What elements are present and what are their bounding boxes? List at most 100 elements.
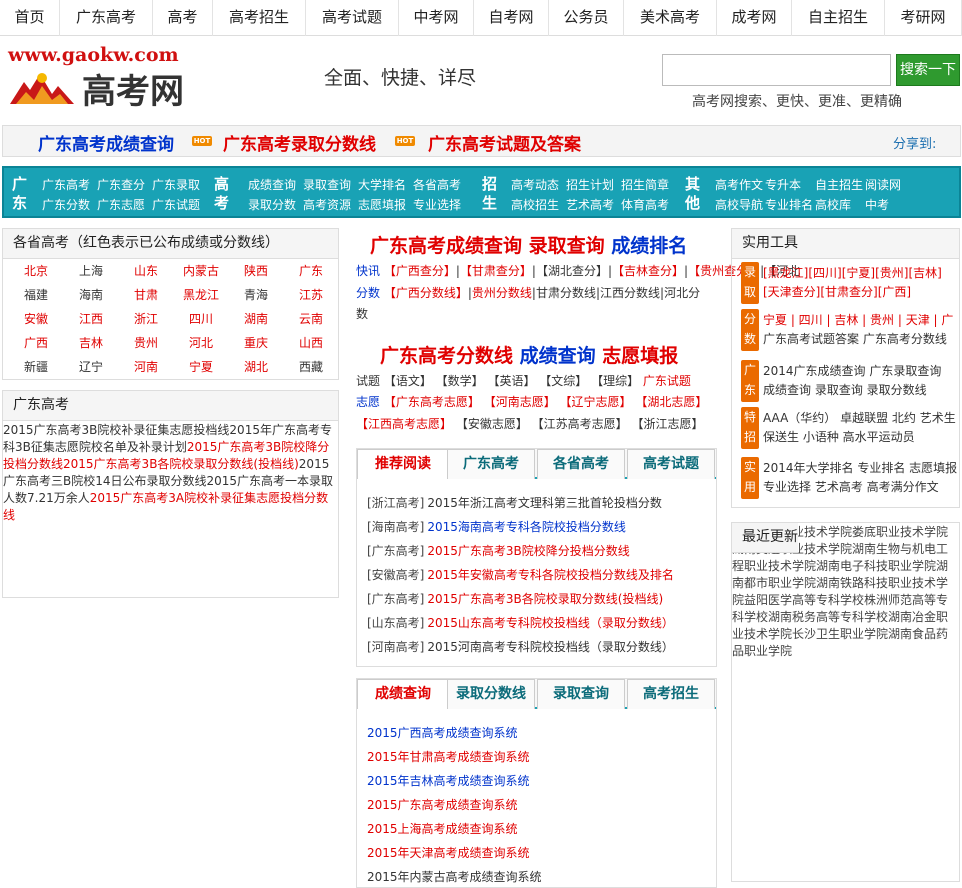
row-link[interactable]: 2015上海高考成绩查询系统 [367,822,518,836]
row-tag[interactable]: [河南高考] [367,640,424,654]
volunteer-link[interactable]: 【河南志愿】 [484,395,556,409]
nav-grid-link[interactable]: 自主招生 [815,176,863,193]
top-nav-item[interactable]: 高考 [153,0,213,36]
tool-line[interactable]: 专业选择 艺术高考 高考满分作文 [763,478,939,497]
quick-link[interactable]: 【广西分数线】 [384,286,468,300]
site-logo[interactable]: www.gaokw.com 高考网 [6,44,206,112]
quick-link[interactable]: 贵州分数线 [472,286,532,300]
nav-grid-link[interactable]: 中考 [865,196,889,213]
exam-subjects[interactable]: 试题 【语文】 【数学】 【英语】 【文综】 【理综】 [356,374,639,388]
nav-grid-link[interactable]: 广东试题 [152,196,200,213]
recent-link[interactable]: 长沙卫生职业学院 [792,627,888,641]
headline-link[interactable]: 广东高考成绩查询 [370,235,522,257]
row-tag[interactable]: [山东高考] [367,616,424,630]
row-link[interactable]: 2015广东高考3B院校降分投档分数线 [427,544,629,558]
province-link[interactable]: 广西 [6,334,66,351]
quick-link[interactable]: 【湖北查分】 [536,264,608,278]
province-link[interactable]: 辽宁 [61,358,121,375]
province-link[interactable]: 四川 [171,310,231,327]
tab-tab2-2[interactable]: 录取查询 [537,679,625,709]
top-nav-item[interactable]: 高考试题 [306,0,399,36]
province-link[interactable]: 海南 [61,286,121,303]
row-link[interactable]: 2015年安徽高考专科各院校投档分数线及排名 [427,568,674,582]
news-link[interactable]: 2015广东高考3B各院校录取分数线(投档线) [63,457,299,471]
quick-link[interactable]: 河北分 [664,286,700,300]
quick-link[interactable]: 甘肃分数线 [536,286,596,300]
top-nav-item[interactable]: 中考网 [399,0,474,36]
row-link[interactable]: 2015年甘肃高考成绩查询系统 [367,750,530,764]
nav-grid-link[interactable]: 阅读网 [865,176,901,193]
nav-cat-guangdong[interactable]: 广东 [12,175,28,213]
recent-link[interactable]: 娄底职业技术学院 [852,525,948,539]
row-tag[interactable]: [广东高考] [367,544,424,558]
nav-grid-link[interactable]: 高校库 [815,196,851,213]
headline-link[interactable]: 成绩排名 [611,235,687,257]
nav-grid-link[interactable]: 高校导航 [715,196,763,213]
nav-grid-link[interactable]: 录取分数 [248,196,296,213]
province-link[interactable]: 北京 [6,262,66,279]
nav-grid-link[interactable]: 高考作文 [715,176,763,193]
province-link[interactable]: 新疆 [6,358,66,375]
province-link[interactable]: 青海 [226,286,286,303]
top-nav-item[interactable]: 高考招生 [213,0,306,36]
headline-link[interactable]: 录取查询 [529,235,605,257]
quick-link[interactable]: 江西分数线 [600,286,660,300]
nav-grid-link[interactable]: 高考资源 [303,196,351,213]
tab-tab2-1[interactable]: 录取分数线 [447,679,535,709]
tool-tag[interactable]: 分数 [741,309,759,351]
row-link[interactable]: 2015年天津高考成绩查询系统 [367,846,530,860]
hot-link-exam[interactable]: 广东高考试题及答案 [428,130,581,155]
volunteer-link[interactable]: 【广东高考志愿】 [384,395,480,409]
row-link[interactable]: 2015广东高考成绩查询系统 [367,798,518,812]
province-link[interactable]: 云南 [281,310,341,327]
province-link[interactable]: 西藏 [281,358,341,375]
tool-line[interactable]: 2014广东成绩查询 广东录取查询 [763,362,941,381]
recent-link[interactable]: 湖南税务高等专科学校 [768,610,888,624]
province-link[interactable]: 贵州 [116,334,176,351]
nav-grid-link[interactable]: 广东录取 [152,176,200,193]
tool-line[interactable]: 广东高考试题答案 广东高考分数线 [763,330,947,349]
quick-link[interactable]: 【广西查分】 [384,264,456,278]
search-input[interactable] [662,54,891,86]
tool-line[interactable]: 2014年大学排名 专业排名 志愿填报 [763,459,957,478]
tool-line[interactable]: 宁夏 | 四川 | 吉林 | 贵州 | 天津 | 广 [763,311,953,330]
province-link[interactable]: 陕西 [226,262,286,279]
top-nav-item[interactable]: 自主招生 [792,0,885,36]
nav-grid-link[interactable]: 招生简章 [621,176,669,193]
province-link[interactable]: 内蒙古 [171,262,231,279]
nav-grid-link[interactable]: 广东高考 [42,176,90,193]
nav-grid-link[interactable]: 广东查分 [97,176,145,193]
top-nav-item[interactable]: 考研网 [885,0,962,36]
recent-link[interactable]: 益阳医学高等专科学校 [744,593,864,607]
tab-tab1-2[interactable]: 各省高考 [537,449,625,479]
nav-cat-gaokao[interactable]: 高考 [214,175,230,213]
tool-tag[interactable]: 特招 [741,407,759,449]
top-nav-item[interactable]: 美术高考 [624,0,717,36]
row-link[interactable]: 2015广东高考3B各院校录取分数线(投档线) [427,592,663,606]
province-link[interactable]: 宁夏 [171,358,231,375]
nav-grid-link[interactable]: 专升本 [765,176,801,193]
nav-grid-link[interactable]: 招生计划 [566,176,614,193]
row-tag[interactable]: [海南高考] [367,520,424,534]
volunteer-links[interactable]: 【安徽志愿】 【江苏高考志愿】 【浙江志愿】 [456,417,704,431]
row-link[interactable]: 2015海南高考专科各院校投档分数线 [427,520,626,534]
tab-tab2-0[interactable]: 成绩查询 [357,679,449,709]
province-link[interactable]: 甘肃 [116,286,176,303]
nav-grid-link[interactable]: 广东志愿 [97,196,145,213]
row-link[interactable]: 2015年内蒙古高考成绩查询系统 [367,870,542,884]
province-link[interactable]: 湖南 [226,310,286,327]
tab-tab1-1[interactable]: 广东高考 [447,449,535,479]
province-link[interactable]: 山西 [281,334,341,351]
province-link[interactable]: 浙江 [116,310,176,327]
volunteer-link[interactable]: 【湖北志愿】 [635,395,707,409]
tool-tag[interactable]: 广东 [741,360,759,402]
nav-grid-link[interactable]: 志愿填报 [358,196,406,213]
province-link[interactable]: 吉林 [61,334,121,351]
row-link[interactable]: 2015山东高考专科院校投档线（录取分数线） [427,616,674,630]
top-nav-item[interactable]: 广东高考 [60,0,153,36]
nav-grid-link[interactable]: 艺术高考 [566,196,614,213]
tool-tag[interactable]: 实用 [741,457,759,499]
tab-tab2-3[interactable]: 高考招生 [627,679,715,709]
row-tag[interactable]: [安徽高考] [367,568,424,582]
province-link[interactable]: 安徽 [6,310,66,327]
